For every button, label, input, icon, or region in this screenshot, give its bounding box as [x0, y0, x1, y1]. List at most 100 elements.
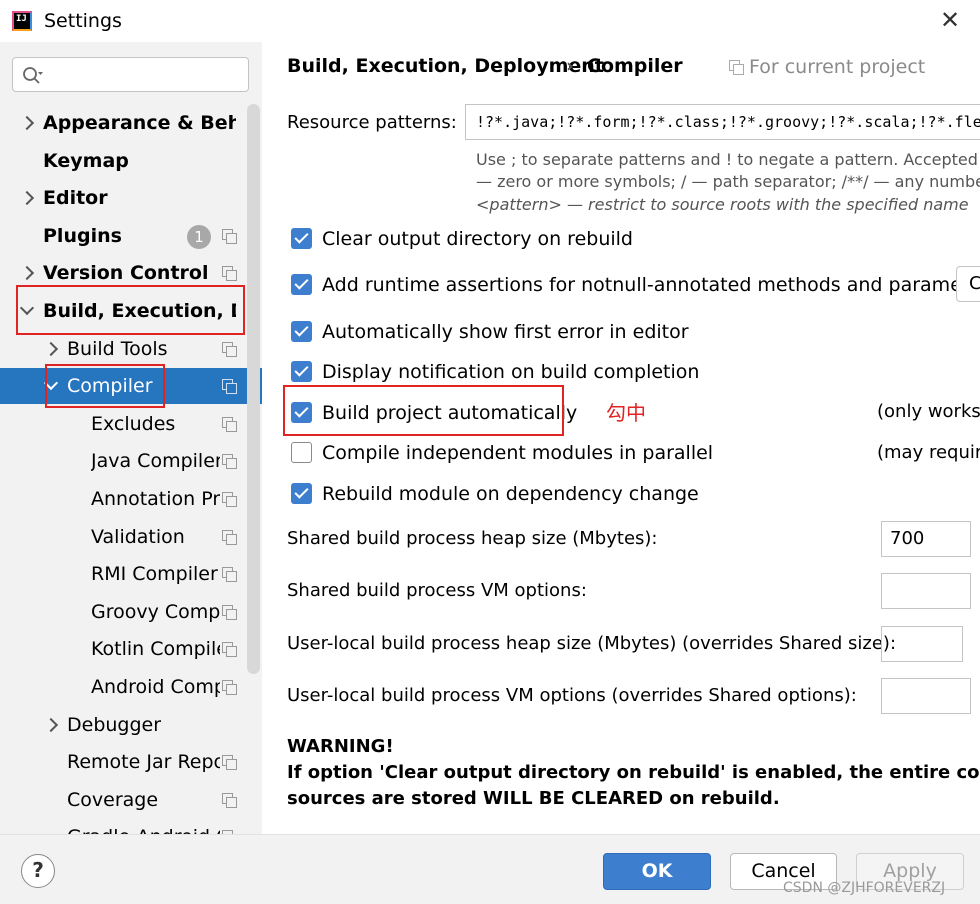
highlight-box: [16, 285, 245, 335]
search-icon: [23, 67, 43, 84]
sidebar-item-label: Remote Jar Repo: [67, 751, 220, 773]
breadcrumb-separator: ›: [566, 55, 574, 77]
checkbox-unchecked[interactable]: [291, 442, 312, 463]
project-scope-icon: [222, 793, 237, 808]
watermark: CSDN @ZJHFOREVERZJ: [783, 880, 946, 896]
parallel-note: (may require: [877, 442, 980, 463]
hint-line: Use ; to separate patterns and ! to nega…: [476, 150, 980, 169]
checkbox-checked[interactable]: [291, 483, 312, 504]
page-title: Compiler: [587, 55, 683, 77]
sidebar-scrollbar-thumb[interactable]: [247, 104, 260, 674]
sidebar-item[interactable]: Debugger: [0, 707, 262, 743]
sidebar-item-label: Gradle-Android C: [67, 819, 220, 834]
help-button[interactable]: ?: [21, 854, 55, 888]
hint-line: — zero or more symbols; / — path separat…: [476, 172, 980, 191]
checkbox-checked[interactable]: [291, 274, 312, 295]
checkbox-checked[interactable]: [291, 361, 312, 382]
hint-line: <pattern> — restrict to source roots wit…: [476, 195, 969, 214]
sidebar-item[interactable]: Plugins 1: [0, 218, 262, 254]
sidebar-item[interactable]: Groovy Compil: [0, 594, 262, 630]
sidebar-item-label: Kotlin Compile: [91, 638, 220, 660]
dialog-footer: ? OK Cancel Apply CSDN @ZJHFOREVERZJ: [0, 834, 980, 904]
project-scope-icon: [222, 417, 237, 432]
scope-label: For current project: [749, 56, 926, 78]
resource-patterns-input[interactable]: !?*.java;!?*.form;!?*.class;!?*.groovy;!…: [465, 104, 980, 140]
chevron-right-icon[interactable]: [19, 265, 35, 281]
chevron-right-icon[interactable]: [43, 341, 59, 357]
configure-annotations-button[interactable]: C: [956, 266, 980, 302]
warning-title: WARNING!: [287, 736, 394, 757]
sidebar-item[interactable]: Editor: [0, 180, 262, 216]
sidebar-item-label: Appearance & Behavi: [43, 112, 236, 134]
sidebar-item-label: Java Compiler: [91, 450, 220, 472]
sidebar-item[interactable]: RMI Compiler: [0, 556, 262, 592]
field-label: Shared build process VM options:: [287, 580, 587, 601]
sidebar-item-label: Validation: [91, 526, 185, 548]
compiler-settings-panel: Build, Execution, Deployment › Compiler …: [262, 42, 980, 834]
option-label: Compile independent modules in parallel: [322, 442, 714, 464]
chevron-right-icon[interactable]: [19, 115, 35, 131]
sidebar-item[interactable]: Excludes: [0, 406, 262, 442]
option-label: Add runtime assertions for notnull-annot…: [322, 274, 980, 296]
sidebar-item[interactable]: Gradle-Android C: [0, 819, 262, 834]
sidebar-item[interactable]: Java Compiler: [0, 443, 262, 479]
shared-vm-options-input[interactable]: [881, 573, 971, 609]
sidebar-item[interactable]: Coverage: [0, 782, 262, 818]
project-scope-icon: [222, 229, 237, 244]
highlight-box: [45, 364, 165, 408]
warning-text: If option 'Clear output directory on reb…: [287, 762, 980, 783]
field-label: Shared build process heap size (Mbytes):: [287, 528, 658, 549]
option-label: Rebuild module on dependency change: [322, 483, 699, 505]
chevron-right-icon[interactable]: [43, 717, 59, 733]
sidebar-item[interactable]: Build Tools: [0, 331, 262, 367]
user-vm-options-input[interactable]: [881, 678, 971, 714]
sidebar-item-label: Android Comp: [91, 676, 220, 698]
sidebar-item-label: Debugger: [67, 714, 162, 736]
build-auto-note: (only works: [877, 401, 980, 422]
sidebar-item[interactable]: Appearance & Behavi: [0, 105, 262, 141]
title-bar: Settings ✕: [0, 0, 980, 42]
project-scope-icon: [729, 60, 744, 75]
sidebar-item[interactable]: Kotlin Compile: [0, 631, 262, 667]
resource-patterns-label: Resource patterns:: [287, 112, 457, 133]
option-label: Clear output directory on rebuild: [322, 228, 633, 250]
sidebar-item-label: Plugins: [43, 225, 122, 247]
sidebar-item[interactable]: Annotation Pro: [0, 481, 262, 517]
sidebar-item-label: Excludes: [91, 413, 176, 435]
checkbox-checked[interactable]: [291, 321, 312, 342]
option-label: Display notification on build completion: [322, 361, 700, 383]
checkbox-checked[interactable]: [291, 228, 312, 249]
breadcrumb-parent[interactable]: Build, Execution, Deployment: [287, 55, 604, 77]
highlight-box: [283, 385, 564, 436]
project-scope-icon: [222, 680, 237, 695]
warning-text: sources are stored WILL BE CLEARED on re…: [287, 788, 780, 809]
sidebar-item[interactable]: Android Comp: [0, 669, 262, 705]
project-scope-icon: [222, 379, 237, 394]
sidebar-item[interactable]: Remote Jar Repo: [0, 744, 262, 780]
project-scope-icon: [222, 492, 237, 507]
intellij-logo-icon: [12, 11, 32, 31]
option-label: Automatically show first error in editor: [322, 321, 689, 343]
window-title: Settings: [44, 10, 122, 32]
project-scope-icon: [222, 567, 237, 582]
annotation-note: 勾中: [606, 401, 646, 425]
close-icon[interactable]: ✕: [937, 7, 963, 33]
field-label: User-local build process heap size (Mbyt…: [287, 633, 897, 654]
plugin-update-badge: 1: [187, 225, 211, 249]
project-scope-icon: [222, 755, 237, 770]
settings-sidebar: Appearance & Behavi Keymap Editor Plugins 1 V…: [0, 42, 262, 834]
sidebar-item[interactable]: Validation: [0, 519, 262, 555]
search-input[interactable]: [12, 57, 249, 92]
project-scope-icon: [222, 342, 237, 357]
ok-button[interactable]: OK: [603, 853, 711, 890]
project-scope-icon: [222, 266, 237, 281]
sidebar-item-label: Build Tools: [67, 338, 168, 360]
user-heap-input[interactable]: [881, 626, 963, 662]
sidebar-item-label: Coverage: [67, 789, 159, 811]
chevron-right-icon[interactable]: [19, 190, 35, 206]
project-scope-icon: [222, 642, 237, 657]
sidebar-item[interactable]: Keymap: [0, 143, 262, 179]
sidebar-item-label: Editor: [43, 187, 108, 209]
shared-heap-input[interactable]: 700: [881, 521, 971, 557]
sidebar-item-label: Keymap: [43, 150, 129, 172]
